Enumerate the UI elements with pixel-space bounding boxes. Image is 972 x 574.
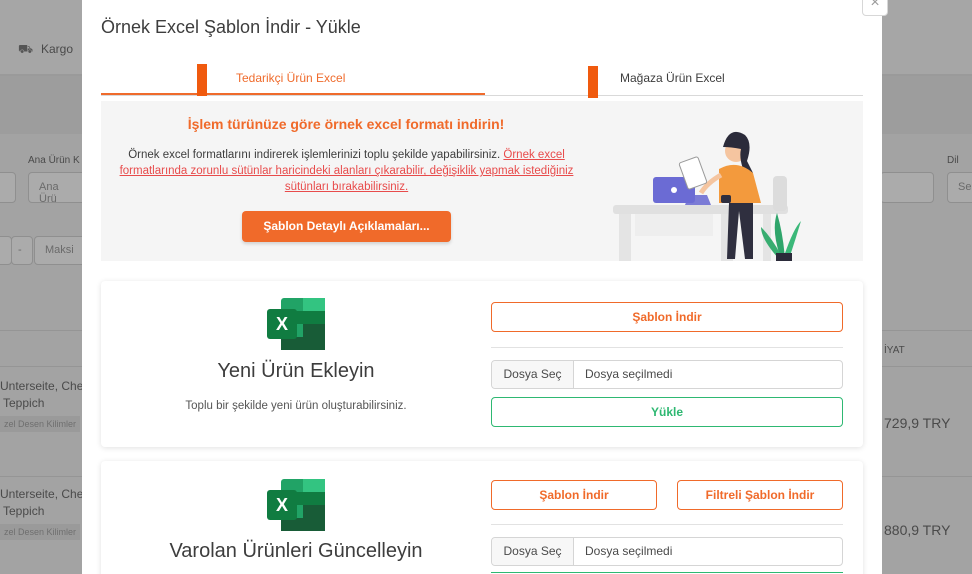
file-status: Dosya seçilmedi: [585, 544, 673, 558]
file-status: Dosya seçilmedi: [585, 367, 673, 381]
row-category-tag: zel Desen Kilimler: [0, 524, 81, 540]
row-product-name-2: Teppich: [3, 396, 45, 410]
info-text: Örnek excel formatlarını indirerek işlem…: [119, 147, 574, 195]
column-header-price: İYAT: [884, 345, 905, 356]
update-products-card: X Varolan Ürünleri Güncelleyin Şablon İn…: [101, 461, 863, 574]
tab-supplier-excel[interactable]: Tedarikçi Ürün Excel: [101, 64, 485, 95]
excel-icon: X: [267, 298, 325, 350]
filter-input-edge-right[interactable]: [880, 172, 934, 203]
filter-label-main-product: Ana Ürün K: [28, 155, 80, 166]
info-heading: İşlem türünüze göre örnek excel formatı …: [187, 116, 505, 132]
filtered-download-template-button[interactable]: Filtreli Şablon İndir: [677, 480, 843, 510]
nav-item-kargo[interactable]: Kargo: [41, 42, 73, 56]
card-divider: [491, 524, 843, 525]
close-icon[interactable]: ×: [862, 0, 888, 16]
template-details-button[interactable]: Şablon Detaylı Açıklamaları...: [242, 211, 451, 242]
woman-laptop-illustration: [613, 131, 801, 261]
row-price: 880,9 TRY: [884, 522, 951, 538]
row-product-name-2: Teppich: [3, 504, 45, 518]
tab-store-excel[interactable]: Mağaza Ürün Excel: [487, 64, 863, 95]
file-input[interactable]: Dosya Seç Dosya seçilmedi: [491, 537, 843, 566]
new-product-title: Yeni Ürün Ekleyin: [217, 360, 375, 382]
row-product-name: Unterseite, Che: [0, 487, 84, 501]
filter-label-language: Dil: [947, 155, 959, 166]
modal-title: Örnek Excel Şablon İndir - Yükle: [101, 17, 361, 37]
new-product-subtitle: Toplu bir şekilde yeni ürün oluşturabili…: [185, 400, 407, 412]
new-product-card: X Yeni Ürün Ekleyin Toplu bir şekilde ye…: [101, 281, 863, 447]
info-description: Örnek excel formatlarını indirerek işlem…: [128, 149, 501, 161]
tab-marker-right: [588, 66, 598, 98]
excel-icon: X: [267, 479, 325, 531]
file-input[interactable]: Dosya Seç Dosya seçilmedi: [491, 360, 843, 389]
choose-file-button[interactable]: Dosya Seç: [492, 361, 574, 388]
svg-text:X: X: [276, 495, 288, 515]
card-divider: [491, 347, 843, 348]
upload-button[interactable]: Yükle: [491, 397, 843, 427]
filter-select-language[interactable]: Se: [947, 172, 972, 203]
update-products-title: Varolan Ürünleri Güncelleyin: [169, 540, 423, 562]
row-product-name: Unterseite, Che: [0, 379, 84, 393]
download-template-button[interactable]: Şablon İndir: [491, 480, 657, 510]
excel-template-modal: Örnek Excel Şablon İndir - Yükle Tedarik…: [82, 0, 882, 574]
choose-file-button[interactable]: Dosya Seç: [492, 538, 574, 565]
truck-icon: ⛟: [18, 42, 34, 56]
modal-tabs: Tedarikçi Ürün Excel Mağaza Ürün Excel: [101, 64, 863, 96]
filter-input-main-product[interactable]: Ana Ürü: [28, 172, 88, 205]
filter-input-edge[interactable]: [0, 172, 16, 203]
range-separator: -: [11, 236, 33, 265]
row-price: 729,9 TRY: [884, 415, 951, 431]
svg-text:X: X: [276, 314, 288, 334]
row-category-tag: zel Desen Kilimler: [0, 416, 81, 432]
download-template-button[interactable]: Şablon İndir: [491, 302, 843, 332]
tab-marker-left: [197, 64, 207, 96]
info-panel: İşlem türünüze göre örnek excel formatı …: [101, 101, 863, 261]
